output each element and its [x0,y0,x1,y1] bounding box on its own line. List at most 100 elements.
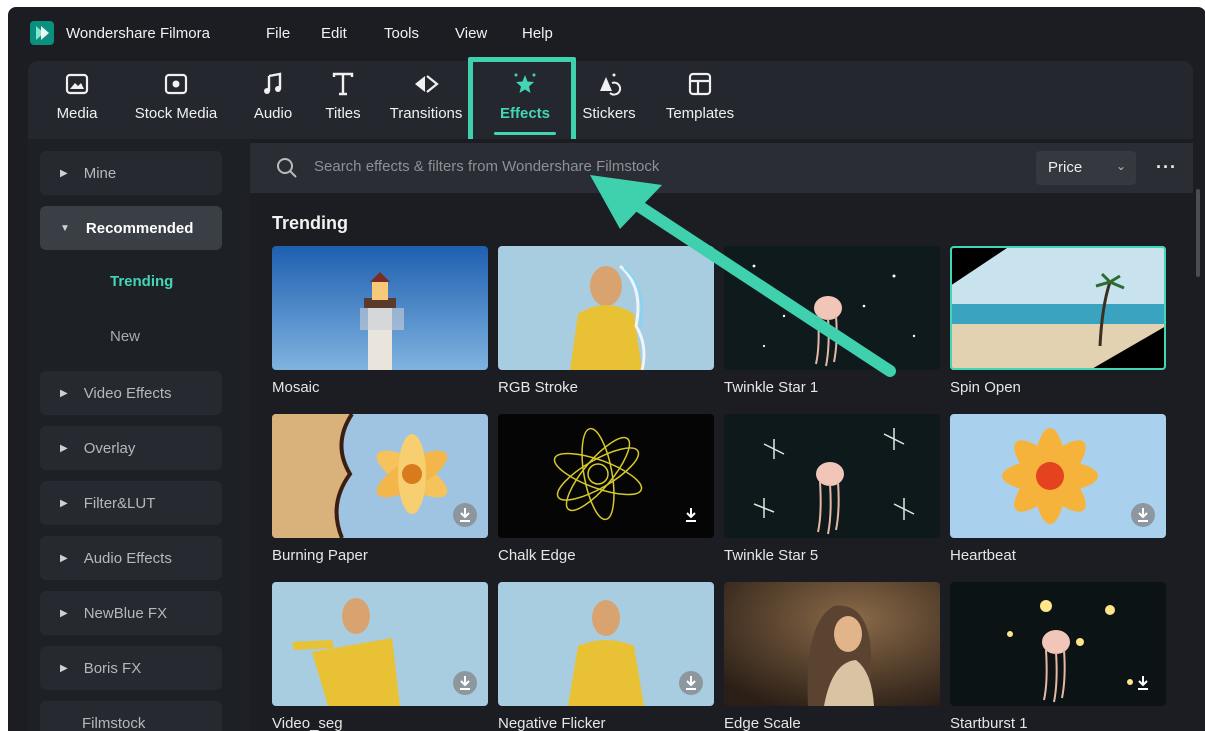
download-icon[interactable] [1130,502,1156,528]
tab-stickers-label: Stickers [582,105,636,122]
tab-media[interactable]: Media [52,71,102,133]
sidebar-item-video-effects[interactable]: ▶ Video Effects [40,371,222,415]
effect-thumbnail [950,414,1166,538]
tab-titles[interactable]: Titles [318,71,368,133]
effect-card-video-seg[interactable]: Video_seg [272,582,488,731]
sidebar-subitem-new[interactable]: New [110,328,140,345]
sidebar-item-label: Overlay [83,439,136,457]
effect-card-burning-paper[interactable]: Burning Paper [272,414,488,564]
effect-label: Spin Open [950,379,1021,396]
effect-card-twinkle-star-1[interactable]: Twinkle Star 1 [724,246,940,396]
effect-label: Mosaic [272,379,320,396]
effect-label: Twinkle Star 1 [724,379,819,396]
menu-bar: Wondershare Filmora File Edit Tools View… [8,7,1205,59]
effect-label: Edge Scale [724,715,801,731]
effect-label: RGB Stroke [498,379,579,396]
download-icon[interactable] [678,502,704,528]
effect-card-rgb-stroke[interactable]: RGB Stroke [498,246,714,396]
tab-media-label: Media [56,105,98,122]
menu-file[interactable]: File [266,25,290,42]
effect-card-chalk-edge[interactable]: Chalk Edge [498,414,714,564]
tab-transitions-label: Transitions [389,105,463,122]
expand-triangle-icon: ▶ [60,387,68,399]
sidebar-item-label: Recommended [85,219,194,237]
effect-thumbnail [724,582,940,706]
effect-thumbnail [272,246,488,370]
tab-transitions[interactable]: Transitions [386,71,466,133]
effects-star-icon [514,73,536,93]
sidebar-item-label: Video Effects [83,384,172,402]
download-icon[interactable] [1130,670,1156,696]
effect-thumbnail [724,246,940,370]
effect-card-mosaic[interactable]: Mosaic [272,246,488,396]
category-sidebar: ▶ Mine ▼ Recommended Trending New ▶ Vide… [28,139,250,731]
tab-stock-media-label: Stock Media [134,105,218,122]
effect-label: Chalk Edge [498,547,576,564]
effect-thumbnail [950,582,1166,706]
effect-thumbnail [498,246,714,370]
menu-edit[interactable]: Edit [321,25,347,42]
menu-tools[interactable]: Tools [384,25,419,42]
effect-label: Negative Flicker [498,715,606,731]
sidebar-item-boris-fx[interactable]: ▶ Boris FX [40,646,222,690]
effect-thumbnail [724,414,940,538]
tab-effects[interactable]: Effects [494,71,556,133]
effect-label: Burning Paper [272,547,368,564]
download-icon[interactable] [452,670,478,696]
tab-effects-label: Effects [499,105,551,122]
tab-templates[interactable]: Templates [660,71,740,133]
stickers-icon [600,73,622,96]
sidebar-item-label: Mine [83,164,117,182]
search-icon [277,158,297,178]
tab-templates-label: Templates [665,105,735,122]
effect-label: Video_seg [272,715,343,731]
expand-triangle-icon: ▶ [60,497,68,509]
effect-card-twinkle-star-5[interactable]: Twinkle Star 5 [724,414,940,564]
chevron-down-icon: ⌄ [1116,159,1127,173]
search-input[interactable]: Search effects & filters from Wondershar… [314,158,659,175]
effect-label: Twinkle Star 5 [724,547,819,564]
music-note-icon [264,72,282,94]
sidebar-item-filmstock[interactable]: Filmstock [40,701,222,731]
effect-card-startburst-1[interactable]: Startburst 1 [950,582,1166,731]
sidebar-item-overlay[interactable]: ▶ Overlay [40,426,222,470]
effect-card-edge-scale[interactable]: Edge Scale [724,582,940,731]
menu-help[interactable]: Help [522,25,553,42]
tab-audio[interactable]: Audio [248,71,298,133]
tab-audio-label: Audio [253,105,293,122]
sidebar-item-filter-lut[interactable]: ▶ Filter&LUT [40,481,222,525]
menu-view[interactable]: View [455,25,487,42]
sidebar-item-mine[interactable]: ▶ Mine [40,151,222,195]
more-options-icon[interactable]: ··· [1156,157,1177,178]
expand-triangle-icon: ▶ [60,167,68,179]
sort-price-label: Price [1048,159,1083,176]
title-text-icon [332,72,354,96]
sort-price-dropdown[interactable]: Price ⌄ [1036,151,1136,185]
scrollbar[interactable] [1196,189,1200,277]
media-toolbar: Media Stock Media Audio Titles Transitio… [28,61,1193,139]
collapse-triangle-icon: ▼ [60,222,70,234]
media-icon [65,73,89,95]
effect-card-heartbeat[interactable]: Heartbeat [950,414,1166,564]
stock-media-icon [164,73,188,95]
tab-stock-media[interactable]: Stock Media [126,71,226,133]
download-icon[interactable] [678,670,704,696]
filmora-logo-icon [30,21,54,45]
sidebar-subitem-trending[interactable]: Trending [110,273,173,290]
expand-triangle-icon: ▶ [60,442,68,454]
sidebar-item-label: Audio Effects [83,549,172,567]
sidebar-item-label: NewBlue FX [83,604,168,622]
effect-thumbnail [498,582,714,706]
sidebar-item-label: Filter&LUT [83,494,156,512]
expand-triangle-icon: ▶ [60,662,68,674]
sidebar-item-audio-effects[interactable]: ▶ Audio Effects [40,536,222,580]
tab-stickers[interactable]: Stickers [576,71,642,133]
download-icon[interactable] [452,502,478,528]
effect-card-spin-open[interactable]: Spin Open [950,246,1166,396]
effect-card-negative-flicker[interactable]: Negative Flicker [498,582,714,731]
sidebar-item-newblue-fx[interactable]: ▶ NewBlue FX [40,591,222,635]
app-title: Wondershare Filmora [66,25,210,42]
effect-thumbnail [498,414,714,538]
sidebar-item-recommended[interactable]: ▼ Recommended [40,206,222,250]
effect-thumbnail [950,246,1166,370]
